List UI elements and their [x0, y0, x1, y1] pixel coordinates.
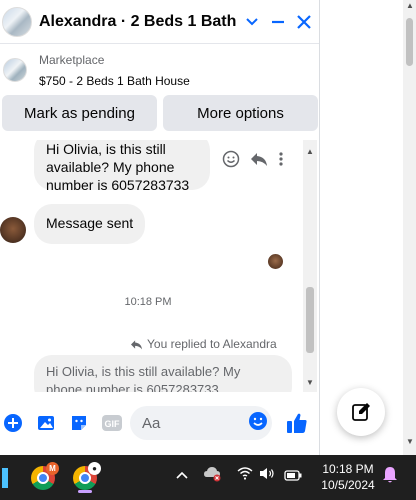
message-scrollbar[interactable]: ▲ ▼ [303, 140, 317, 392]
clock-time: 10:18 PM [322, 462, 374, 476]
quoted-message-text: Hi Olivia, is this still available? My p… [46, 364, 241, 392]
page-background [320, 0, 416, 455]
listing-summary[interactable]: Marketplace $750 - 2 Beds 1 Bath House [0, 46, 319, 94]
chrome-person-badge-icon: ● [88, 461, 101, 475]
react-emoji-icon[interactable] [222, 150, 240, 173]
message-input[interactable] [142, 414, 232, 432]
sender-avatar[interactable] [0, 217, 26, 243]
chrome-profile-2-button[interactable]: ● [70, 461, 101, 494]
message-tools [222, 150, 284, 173]
onedrive-error-icon[interactable] [203, 466, 223, 485]
message-text: Hi Olivia, is this still available? My p… [46, 141, 190, 193]
chrome-icon: ● [73, 461, 101, 490]
message-bubble[interactable]: Message sent [34, 204, 146, 244]
compose-edit-icon [352, 403, 370, 421]
reply-arrow-icon [131, 339, 142, 349]
message-scrollbar-thumb[interactable] [306, 287, 314, 353]
system-clock[interactable]: 10:18 PM 10/5/2024 [316, 461, 380, 493]
chat-window: Alexandra · 2 Beds 1 Bath ··· Marketplac… [0, 0, 320, 455]
chat-title[interactable]: Alexandra · 2 Beds 1 Bath ··· [39, 13, 239, 31]
message-list: Hi Olivia, is this still available? My p… [0, 140, 303, 392]
emoji-icon[interactable] [248, 411, 268, 436]
add-plus-icon[interactable] [2, 412, 24, 434]
page-scrollbar-thumb[interactable] [406, 18, 413, 66]
notification-bell-icon[interactable] [382, 466, 398, 487]
listing-actions: Mark as pending More options [0, 95, 319, 131]
sticker-icon[interactable] [68, 412, 90, 434]
page-scrollbar[interactable]: ▲ ▼ [403, 0, 416, 455]
volume-icon[interactable] [259, 467, 277, 483]
wifi-icon[interactable] [237, 467, 253, 483]
reply-note-text: You replied to Alexandra [147, 337, 277, 351]
battery-icon[interactable] [284, 468, 302, 484]
gif-icon[interactable]: GIF [101, 412, 123, 434]
seen-indicator-avatar [268, 254, 283, 269]
chrome-profile-1-button[interactable]: M [28, 461, 59, 494]
windows-start-edge[interactable] [0, 461, 10, 494]
reply-note: You replied to Alexandra [130, 337, 277, 351]
message-composer: GIF [0, 404, 319, 442]
new-message-button[interactable] [337, 388, 385, 436]
taskbar: M ● 10:18 PM 10/5/2024 [0, 455, 416, 500]
message-timestamp: 10:18 PM [124, 296, 172, 308]
clock-date: 10/5/2024 [321, 478, 375, 492]
reply-icon[interactable] [250, 151, 268, 172]
listing-avatar[interactable] [2, 6, 32, 37]
chrome-profile-badge: M [46, 461, 59, 475]
like-thumbs-up-icon[interactable] [286, 412, 308, 439]
close-icon[interactable] [291, 14, 317, 30]
active-window-indicator [78, 490, 92, 493]
scroll-up-arrow-icon[interactable]: ▲ [306, 147, 314, 156]
message-bubble[interactable]: Hi Olivia, is this still available? My p… [34, 140, 210, 193]
chrome-icon: M [31, 461, 59, 490]
photo-icon[interactable] [35, 412, 57, 434]
minimize-icon[interactable] [265, 14, 291, 30]
chat-header: Alexandra · 2 Beds 1 Bath ··· [0, 0, 319, 44]
chevron-down-icon[interactable] [239, 17, 265, 27]
scroll-up-arrow-icon[interactable]: ▲ [406, 2, 414, 10]
scroll-down-arrow-icon[interactable]: ▼ [406, 438, 414, 446]
chevron-up-icon[interactable] [176, 467, 188, 483]
listing-category: Marketplace [39, 52, 105, 67]
message-input-wrapper[interactable] [130, 406, 272, 440]
mark-as-pending-button[interactable]: Mark as pending [2, 95, 157, 131]
scroll-down-arrow-icon[interactable]: ▼ [306, 378, 314, 387]
message-text: Message sent [46, 215, 134, 231]
svg-text:GIF: GIF [105, 419, 121, 429]
listing-thumbnail [3, 58, 27, 82]
more-vertical-icon[interactable] [278, 151, 284, 172]
listing-price-title: $750 - 2 Beds 1 Bath House [39, 73, 190, 88]
quoted-message-bubble[interactable]: Hi Olivia, is this still available? My p… [34, 355, 292, 392]
more-options-button[interactable]: More options [163, 95, 318, 131]
